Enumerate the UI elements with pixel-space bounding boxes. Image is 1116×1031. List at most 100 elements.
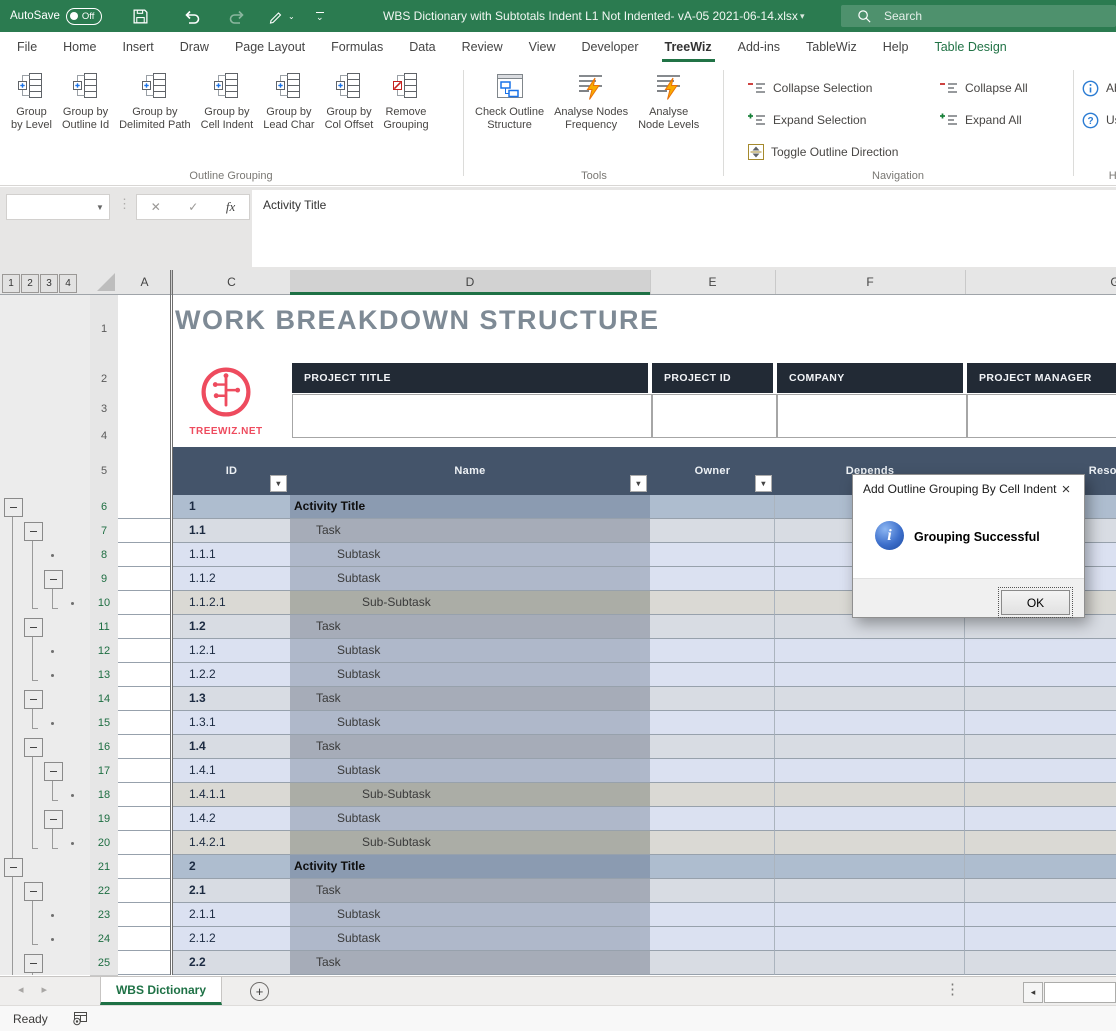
- btn-group-by-outline-id[interactable]: Group byOutline Id: [57, 66, 114, 132]
- cell-id[interactable]: 2.1.1: [173, 903, 290, 927]
- btn-group-by-delimited-path[interactable]: Group byDelimited Path: [114, 66, 196, 132]
- cell-name[interactable]: Task: [290, 519, 650, 543]
- outline-collapse-button[interactable]: [24, 690, 43, 709]
- cell-empty[interactable]: [650, 855, 775, 879]
- filter-button-id[interactable]: ▾: [270, 475, 287, 492]
- tab-review[interactable]: Review: [449, 32, 516, 62]
- cell-name[interactable]: Activity Title: [290, 495, 650, 519]
- cell-empty[interactable]: [650, 711, 775, 735]
- cell-empty[interactable]: [965, 951, 1116, 975]
- row-header-9[interactable]: 9: [90, 567, 118, 592]
- outline-collapse-button[interactable]: [4, 498, 23, 517]
- autosave-switch[interactable]: Off: [66, 8, 103, 25]
- row-header-19[interactable]: 19: [90, 807, 118, 832]
- cell-empty[interactable]: [775, 639, 965, 663]
- cell-empty[interactable]: [965, 807, 1116, 831]
- table-header-id[interactable]: ID▾: [173, 447, 292, 495]
- row-header-10[interactable]: 10: [90, 591, 118, 616]
- cell-a25[interactable]: [118, 951, 170, 975]
- cell-id[interactable]: 1.1: [173, 519, 290, 543]
- cell-empty[interactable]: [965, 855, 1116, 879]
- row-header-14[interactable]: 14: [90, 687, 118, 712]
- btn-analyse-node-levels[interactable]: AnalyseNode Levels: [633, 66, 704, 132]
- cell-empty[interactable]: [965, 759, 1116, 783]
- cell-id[interactable]: 1.1.1: [173, 543, 290, 567]
- cell-a24[interactable]: [118, 927, 170, 951]
- cell-a16[interactable]: [118, 735, 170, 759]
- tab-add-ins[interactable]: Add-ins: [725, 32, 793, 62]
- tab-tablewiz[interactable]: TableWiz: [793, 32, 870, 62]
- dialog-close-icon[interactable]: ×: [1056, 479, 1076, 499]
- cell-empty[interactable]: [775, 759, 965, 783]
- title-dropdown-caret-icon[interactable]: ▾: [800, 0, 805, 32]
- cell-a14[interactable]: [118, 687, 170, 711]
- cell-a15[interactable]: [118, 711, 170, 735]
- cell-empty[interactable]: [965, 831, 1116, 855]
- cell-name[interactable]: Task: [290, 615, 650, 639]
- cell-empty[interactable]: [650, 567, 775, 591]
- cell-empty[interactable]: [965, 639, 1116, 663]
- cell-name[interactable]: Sub-Subtask: [290, 591, 650, 615]
- cell-empty[interactable]: [775, 711, 965, 735]
- touch-mouse-mode-button[interactable]: ⌄: [268, 0, 295, 32]
- btn-collapse-selection[interactable]: Collapse Selection: [748, 78, 872, 98]
- row-header-20[interactable]: 20: [90, 831, 118, 856]
- tab-file[interactable]: File: [4, 32, 50, 62]
- ok-button[interactable]: OK: [1001, 590, 1070, 615]
- row-header-25[interactable]: 25: [90, 951, 118, 976]
- cell-name[interactable]: Task: [290, 879, 650, 903]
- cell-name[interactable]: Subtask: [290, 807, 650, 831]
- column-header-f[interactable]: F: [775, 270, 966, 294]
- tab-draw[interactable]: Draw: [167, 32, 222, 62]
- tab-developer[interactable]: Developer: [569, 32, 652, 62]
- cell-id[interactable]: 1.3.1: [173, 711, 290, 735]
- cell-id[interactable]: 2.1.2: [173, 927, 290, 951]
- outline-collapse-button[interactable]: [4, 858, 23, 877]
- cell-empty[interactable]: [650, 615, 775, 639]
- tab-insert[interactable]: Insert: [110, 32, 167, 62]
- hscroll-thumb[interactable]: [1044, 982, 1116, 1003]
- cell-empty[interactable]: [650, 807, 775, 831]
- row-header-5[interactable]: 5: [90, 447, 118, 496]
- outline-level-button-3[interactable]: 3: [40, 274, 58, 293]
- cell-a7[interactable]: [118, 519, 170, 543]
- cell-name[interactable]: Task: [290, 735, 650, 759]
- cell-name[interactable]: Task: [290, 951, 650, 975]
- row-header-7[interactable]: 7: [90, 519, 118, 544]
- add-sheet-button[interactable]: +: [250, 982, 269, 1001]
- sheet-nav-arrows[interactable]: ◂▸: [18, 983, 65, 996]
- cell-id[interactable]: 1.4.2: [173, 807, 290, 831]
- cell-id[interactable]: 1.2.1: [173, 639, 290, 663]
- cell-id[interactable]: 1.4.2.1: [173, 831, 290, 855]
- btn-remove-grouping[interactable]: RemoveGrouping: [378, 66, 433, 132]
- btn-check-outline-structure[interactable]: Check OutlineStructure: [470, 66, 549, 132]
- macro-record-icon[interactable]: [72, 1011, 89, 1031]
- cell-empty[interactable]: [650, 519, 775, 543]
- btn-group-by-level[interactable]: Groupby Level: [6, 66, 57, 132]
- cell-name[interactable]: Subtask: [290, 543, 650, 567]
- outline-collapse-button[interactable]: [44, 810, 63, 829]
- cell-name[interactable]: Subtask: [290, 711, 650, 735]
- formula-bar-splitter[interactable]: ⋮: [118, 196, 131, 212]
- cell-empty[interactable]: [775, 615, 965, 639]
- cell-empty[interactable]: [775, 951, 965, 975]
- insert-function-icon[interactable]: fx: [226, 199, 235, 215]
- cell-empty[interactable]: [775, 735, 965, 759]
- cell-id[interactable]: 1: [173, 495, 290, 519]
- row-header-17[interactable]: 17: [90, 759, 118, 784]
- cell-empty[interactable]: [775, 687, 965, 711]
- tabbar-splitter[interactable]: ⋮: [945, 980, 960, 998]
- row-header-15[interactable]: 15: [90, 711, 118, 736]
- undo-button[interactable]: [183, 0, 201, 32]
- cell-empty[interactable]: [775, 903, 965, 927]
- cell-name[interactable]: Sub-Subtask: [290, 831, 650, 855]
- sheet-tab-active[interactable]: WBS Dictionary: [100, 977, 222, 1005]
- btn-collapse-all[interactable]: Collapse All: [940, 78, 1028, 98]
- cell-empty[interactable]: [775, 663, 965, 687]
- tab-help[interactable]: Help: [870, 32, 922, 62]
- cell-id[interactable]: 2.2: [173, 951, 290, 975]
- cell-a18[interactable]: [118, 783, 170, 807]
- cell-empty[interactable]: [650, 759, 775, 783]
- input-box-project-manager[interactable]: [967, 394, 1116, 438]
- cell-id[interactable]: 2.1: [173, 879, 290, 903]
